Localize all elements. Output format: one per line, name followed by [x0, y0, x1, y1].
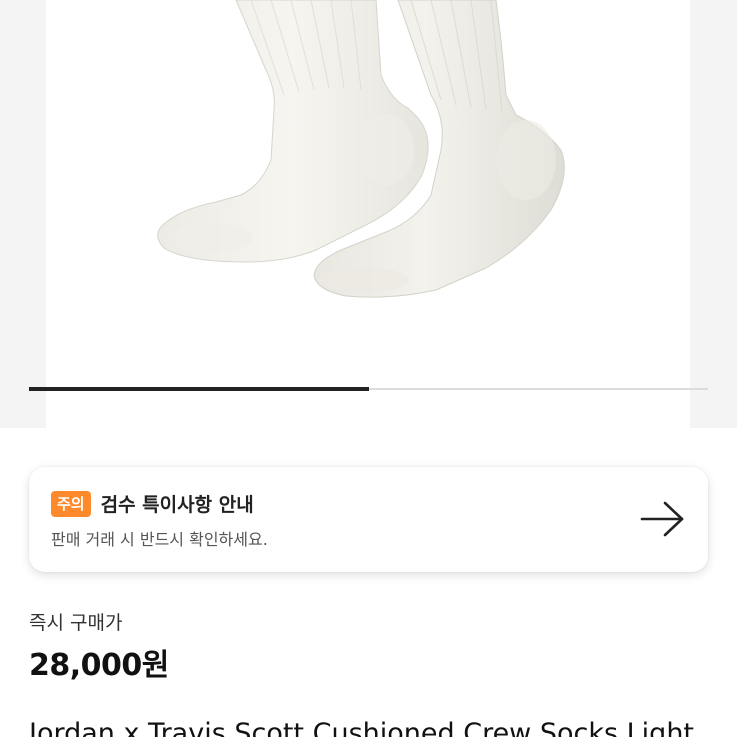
socks-illustration — [157, 0, 565, 298]
notice-header: 주의 검수 특이사항 안내 — [51, 490, 254, 517]
caution-badge: 주의 — [51, 490, 91, 517]
instant-buy-price-label: 즉시 구매가 — [29, 612, 123, 634]
carousel-progress-bar — [29, 387, 708, 391]
product-detail-page: 주의 검수 특이사항 안내 판매 거래 시 반드시 확인하세요. 즉시 구매가 … — [0, 0, 737, 737]
product-name: Jordan x Travis Scott Cushioned Crew Soc… — [29, 718, 695, 737]
product-image — [46, 0, 690, 428]
inspection-notice-card[interactable]: 주의 검수 특이사항 안내 판매 거래 시 반드시 확인하세요. — [29, 467, 708, 572]
arrow-right-icon[interactable] — [640, 499, 686, 539]
instant-buy-price: 28,000원 — [29, 648, 169, 683]
product-image-carousel[interactable] — [0, 0, 737, 428]
notice-description: 판매 거래 시 반드시 확인하세요. — [51, 530, 268, 549]
carousel-progress-fill — [29, 387, 369, 391]
notice-title: 검수 특이사항 안내 — [100, 494, 254, 516]
